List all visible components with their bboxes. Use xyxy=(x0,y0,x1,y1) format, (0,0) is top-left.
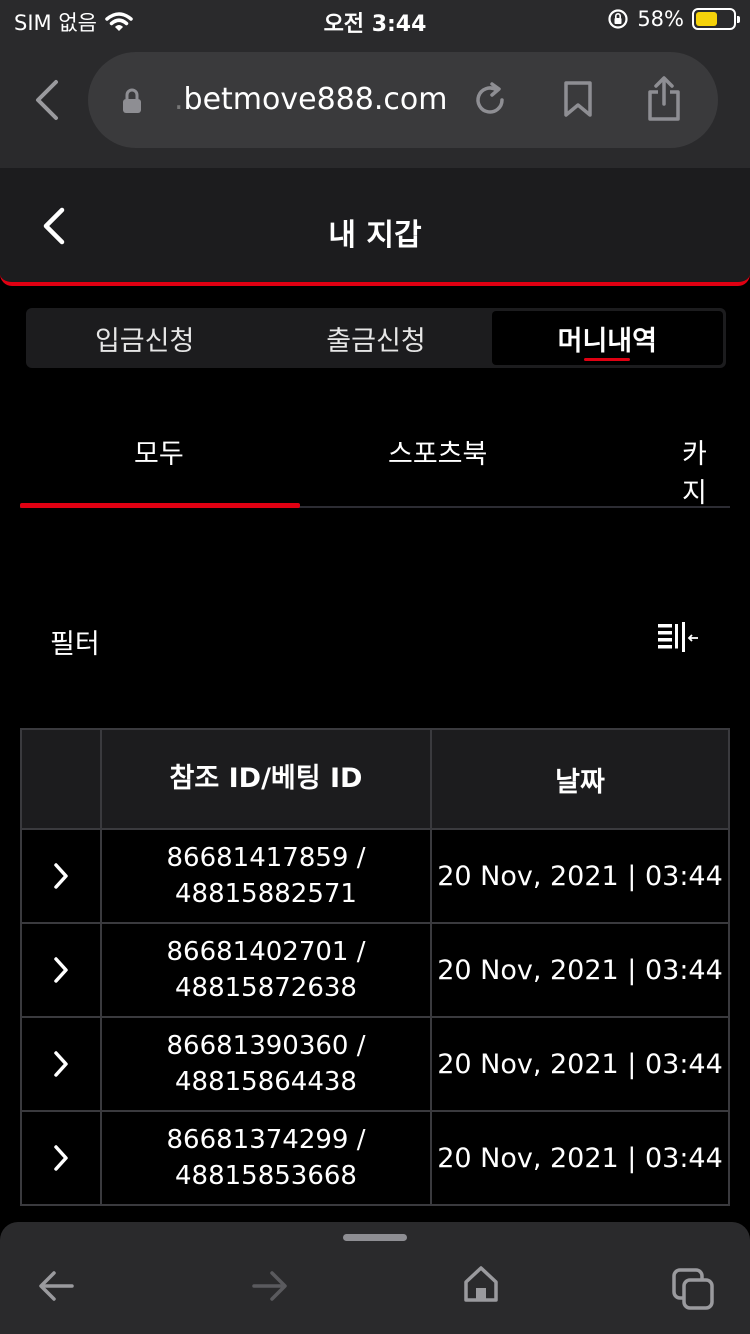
battery-level xyxy=(696,12,717,26)
date-cell: 20 Nov, 2021 | 03:44 xyxy=(437,860,723,892)
date-cell: 20 Nov, 2021 | 03:44 xyxy=(437,1048,723,1080)
forward-arrow-icon[interactable] xyxy=(250,1268,290,1304)
ref-id: 86681417859 / xyxy=(166,843,366,873)
ref-id: 86681390360 / xyxy=(166,1031,366,1061)
table-row[interactable]: 86681417859 / 48815882571 20 Nov, 2021 |… xyxy=(22,830,728,924)
bookmark-icon[interactable] xyxy=(562,80,594,118)
ref-id-cell: 86681390360 / 48815864438 xyxy=(102,1018,432,1110)
ref-id-cell: 86681417859 / 48815882571 xyxy=(102,830,432,922)
tab-all[interactable]: 모두 xyxy=(134,432,184,471)
filter-label: 필터 xyxy=(50,629,100,660)
table-row[interactable]: 86681390360 / 48815864438 20 Nov, 2021 |… xyxy=(22,1018,728,1112)
status-bar: SIM 없음 오전 3:44 58% xyxy=(0,0,750,40)
bet-id: 48815882571 xyxy=(175,879,357,909)
tab-deposit[interactable]: 입금신청 xyxy=(29,311,260,365)
chevron-right-icon[interactable] xyxy=(51,1050,71,1078)
ref-id-cell: 86681374299 / 48815853668 xyxy=(102,1112,432,1204)
browser-back-chevron-icon[interactable] xyxy=(28,78,68,122)
share-icon[interactable] xyxy=(646,76,682,122)
status-right: 58% xyxy=(607,7,740,31)
active-tab-indicator xyxy=(20,503,300,508)
active-tab-indicator xyxy=(584,358,631,361)
url-domain: betmove888.com xyxy=(183,82,448,117)
chevron-right-icon[interactable] xyxy=(51,1144,71,1172)
bet-id: 48815864438 xyxy=(175,1067,357,1097)
drag-handle[interactable] xyxy=(343,1234,407,1241)
browser-toolbar xyxy=(0,1222,750,1334)
expand-cell[interactable] xyxy=(22,1018,102,1110)
tab-label: 입금신청 xyxy=(94,325,195,357)
header-cell-expand xyxy=(22,730,102,828)
chevron-right-icon[interactable] xyxy=(51,956,71,984)
battery-icon xyxy=(692,8,740,30)
back-arrow-icon[interactable] xyxy=(36,1268,76,1304)
tabs-icon[interactable] xyxy=(670,1266,718,1312)
page-title: 내 지갑 xyxy=(328,218,422,253)
wallet-tabs: 입금신청 출금신청 머니내역 xyxy=(26,308,726,368)
lock-icon xyxy=(123,88,141,113)
rotation-lock-icon xyxy=(608,9,628,29)
expand-cell[interactable] xyxy=(22,830,102,922)
date-cell: 20 Nov, 2021 | 03:44 xyxy=(437,1142,723,1174)
filter-list-icon[interactable] xyxy=(656,620,700,656)
table-header-row: 참조 ID/베팅 ID 날짜 xyxy=(22,730,728,830)
tab-label: 머니내역 xyxy=(557,325,657,357)
tab-casino[interactable]: 카지 xyxy=(682,432,730,510)
ref-id-cell: 86681402701 / 48815872638 xyxy=(102,924,432,1016)
tab-money-history[interactable]: 머니내역 xyxy=(491,311,723,365)
chevron-right-icon[interactable] xyxy=(51,862,71,890)
ref-id: 86681402701 / xyxy=(166,937,366,967)
bet-id: 48815872638 xyxy=(175,973,357,1003)
url-field[interactable]: .betmove888.com xyxy=(88,52,718,148)
url-text: .betmove888.com xyxy=(174,82,447,117)
ref-id: 86681374299 / xyxy=(166,1125,366,1155)
table-row[interactable]: 86681374299 / 48815853668 20 Nov, 2021 |… xyxy=(22,1112,728,1206)
reload-icon[interactable] xyxy=(472,80,508,118)
home-icon[interactable] xyxy=(462,1264,500,1304)
browser-address-bar: .betmove888.com xyxy=(0,40,750,168)
battery-percent: 58% xyxy=(637,7,684,31)
header-cell-ref-id: 참조 ID/베팅 ID xyxy=(102,730,432,828)
date-cell: 20 Nov, 2021 | 03:44 xyxy=(437,954,723,986)
bet-id: 48815853668 xyxy=(175,1161,357,1191)
tab-label: 출금신청 xyxy=(326,325,426,357)
expand-cell[interactable] xyxy=(22,924,102,1016)
url-faded-prefix: . xyxy=(174,82,184,117)
tab-sportsbook[interactable]: 스포츠북 xyxy=(388,432,487,471)
header-cell-date: 날짜 xyxy=(555,766,605,798)
app-header: 내 지갑 xyxy=(0,168,750,286)
expand-cell[interactable] xyxy=(22,1112,102,1204)
money-history-table: 참조 ID/베팅 ID 날짜 86681417859 / 48815882571… xyxy=(20,728,730,1206)
category-tabs: 모두 스포츠북 카지 xyxy=(20,400,730,510)
table-row[interactable]: 86681402701 / 48815872638 20 Nov, 2021 |… xyxy=(22,924,728,1018)
tab-withdraw[interactable]: 출금신청 xyxy=(260,311,491,365)
